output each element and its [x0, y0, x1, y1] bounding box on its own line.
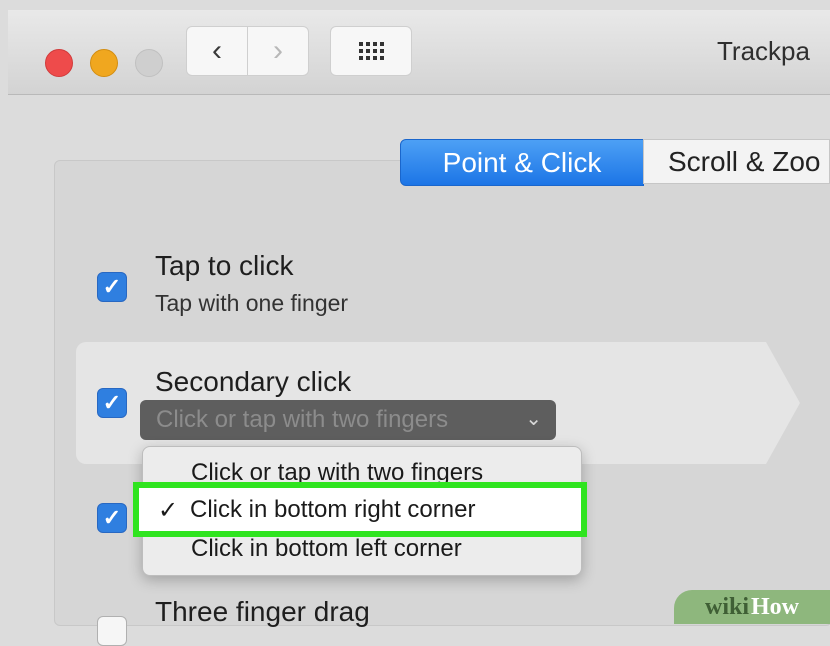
zoom-window-button[interactable] [135, 49, 163, 77]
highlight-annotation-box [133, 482, 587, 537]
secondary-click-checkbox[interactable]: ✓ [97, 388, 127, 418]
window-titlebar [8, 10, 830, 95]
secondary-click-label: Secondary click [155, 366, 352, 397]
minimize-window-button[interactable] [90, 49, 118, 77]
wikihow-watermark: wiki How [674, 590, 830, 624]
chevron-left-icon: ‹ [212, 34, 222, 67]
window-title: Trackpa [717, 36, 810, 66]
tap-to-click-label: Tap to click [155, 250, 294, 281]
forward-button[interactable]: › [247, 26, 309, 76]
show-all-button[interactable] [330, 26, 412, 76]
tab-scroll-and-zoom[interactable]: Scroll & Zoo [643, 139, 830, 184]
tap-to-click-checkbox[interactable]: ✓ [97, 272, 127, 302]
three-finger-drag-label: Three finger drag [155, 596, 370, 627]
secondary-click-popup[interactable]: Click or tap with two fingers ⌄ [140, 400, 556, 440]
grid-icon [358, 42, 384, 60]
three-finger-drag-checkbox[interactable] [97, 616, 127, 646]
checkmark-icon: ✓ [102, 505, 122, 530]
tab-point-and-click[interactable]: Point & Click [400, 139, 644, 186]
menu-item-label: Click in bottom left corner [191, 535, 462, 562]
popup-value: Click or tap with two fingers [156, 406, 449, 433]
checkmark-icon: ✓ [102, 274, 122, 299]
option-three-checkbox[interactable]: ✓ [97, 503, 127, 533]
chevron-down-icon: ⌄ [525, 408, 542, 430]
tap-to-click-description: Tap with one finger [155, 290, 349, 316]
row-pointer-arrow [766, 342, 800, 464]
close-window-button[interactable] [45, 49, 73, 77]
chevron-right-icon: › [273, 34, 283, 67]
checkmark-icon: ✓ [102, 390, 122, 415]
back-button[interactable]: ‹ [186, 26, 248, 76]
